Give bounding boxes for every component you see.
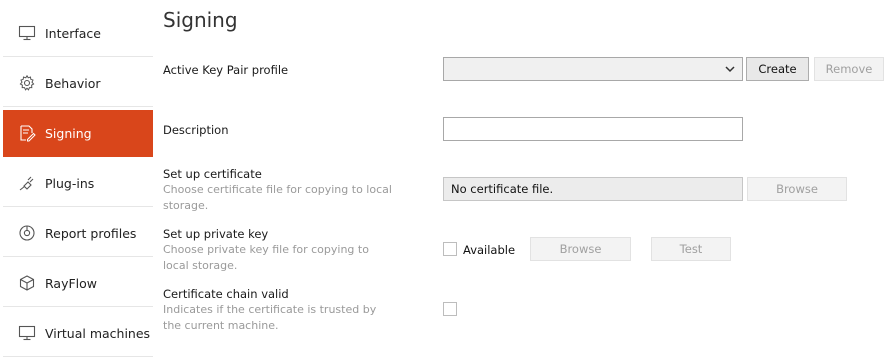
certificate-browse-button[interactable]: Browse — [747, 177, 847, 201]
sidebar-item-plug-ins[interactable]: Plug-ins — [3, 160, 153, 207]
page-title: Signing — [163, 8, 238, 32]
chain-valid-checkbox[interactable] — [443, 302, 457, 316]
sidebar-item-virtual-machines[interactable]: Virtual machines — [3, 310, 153, 357]
sidebar-item-label: Interface — [45, 25, 101, 41]
sidebar-item-label: Plug-ins — [45, 175, 95, 191]
gear-icon — [17, 73, 37, 93]
chain-valid-hint: Indicates if the certificate is trusted … — [163, 303, 377, 332]
signing-panel: Signing Active Key Pair profile Create R… — [153, 0, 893, 364]
key-pair-label: Active Key Pair profile — [163, 63, 289, 77]
plug-icon — [17, 173, 37, 193]
sidebar-item-label: Virtual machines — [45, 325, 151, 341]
sidebar-item-label: Signing — [45, 125, 92, 141]
sidebar-item-label: RayFlow — [45, 275, 98, 291]
certificate-hint: Choose certificate file for copying to l… — [163, 183, 392, 212]
certificate-file-field: No certificate file. — [443, 177, 743, 201]
sidebar-item-report-profiles[interactable]: Report profiles — [3, 210, 153, 257]
key-pair-select[interactable] — [443, 57, 743, 81]
sidebar-item-behavior[interactable]: Behavior — [3, 60, 153, 107]
cube-icon — [17, 273, 37, 293]
certificate-label: Set up certificate — [163, 167, 262, 181]
create-button[interactable]: Create — [746, 57, 809, 81]
remove-button[interactable]: Remove — [814, 57, 884, 81]
sidebar: Interface Behavior Signing Plug-ins Repo… — [0, 0, 153, 364]
sidebar-item-rayflow[interactable]: RayFlow — [3, 260, 153, 307]
monitor-icon — [17, 323, 37, 343]
available-label: Available — [463, 243, 516, 257]
private-key-browse-button[interactable]: Browse — [530, 237, 631, 261]
sidebar-item-label: Behavior — [45, 75, 101, 91]
sidebar-item-signing[interactable]: Signing — [3, 110, 153, 157]
certificate-file-text: No certificate file. — [451, 182, 554, 196]
sidebar-item-label: Report profiles — [45, 225, 137, 241]
signature-icon — [17, 123, 37, 143]
chain-valid-label: Certificate chain valid — [163, 287, 289, 301]
private-key-label: Set up private key — [163, 227, 269, 241]
test-button[interactable]: Test — [651, 237, 731, 261]
report-icon — [17, 223, 37, 243]
private-key-hint: Choose private key file for copying to l… — [163, 243, 369, 272]
description-label: Description — [163, 123, 229, 137]
chevron-down-icon — [725, 66, 735, 73]
monitor-icon — [17, 23, 37, 43]
sidebar-item-interface[interactable]: Interface — [3, 10, 153, 57]
description-input[interactable] — [443, 117, 743, 141]
available-checkbox[interactable] — [443, 242, 457, 256]
